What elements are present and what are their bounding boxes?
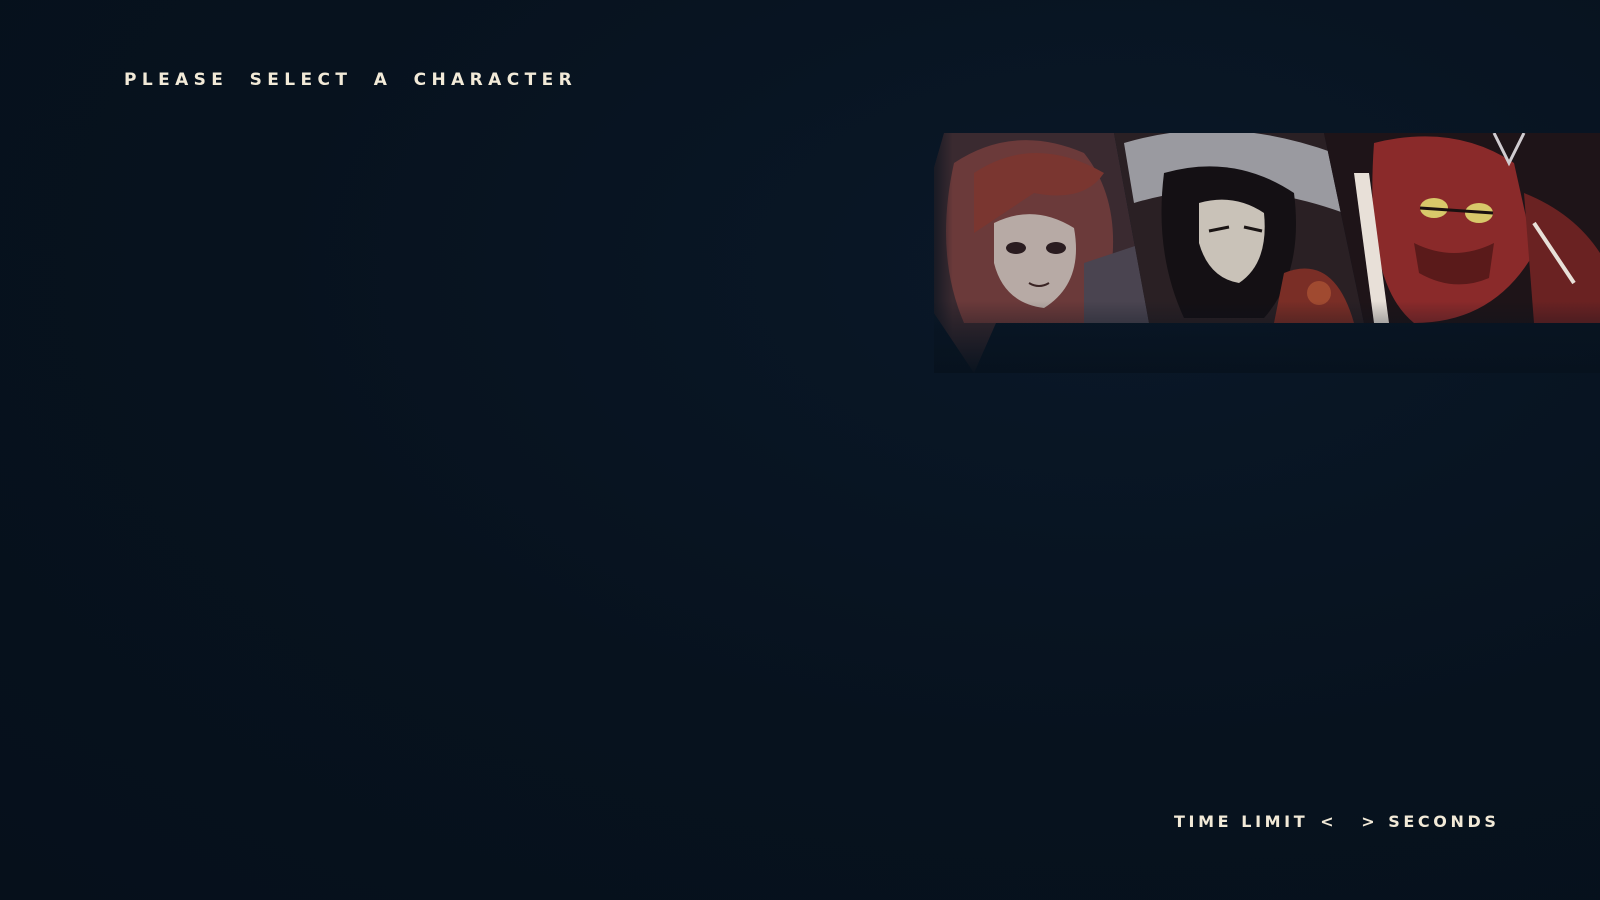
time-limit-label: TIME LIMIT: [1174, 812, 1309, 831]
character-select-screen: PLEASE SELECT A CHARACTER TIME LIMIT < >…: [0, 0, 1600, 900]
time-increment-button[interactable]: >: [1359, 812, 1380, 831]
roster-art: [934, 133, 1600, 373]
time-unit-label: SECONDS: [1388, 812, 1500, 831]
time-limit-control: TIME LIMIT < > SECONDS: [1174, 812, 1499, 831]
character-roster: [934, 133, 1600, 373]
character-portrait-3[interactable]: [1324, 133, 1600, 333]
time-decrement-button[interactable]: <: [1318, 812, 1339, 831]
screen-heading: PLEASE SELECT A CHARACTER: [124, 70, 578, 90]
